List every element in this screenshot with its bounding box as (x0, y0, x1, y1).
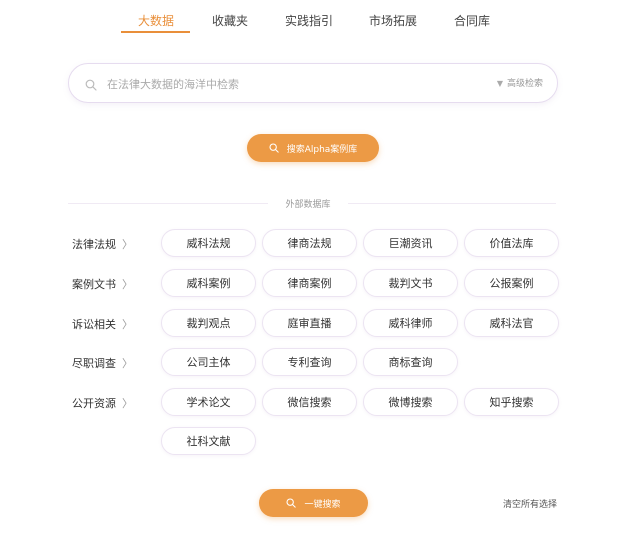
search-input[interactable] (105, 72, 469, 96)
search-icon (269, 143, 279, 153)
category-laws[interactable]: 法律法规〉 (72, 236, 133, 252)
category-label: 案例文书 (72, 278, 116, 291)
chip-zhihu-search[interactable]: 知乎搜索 (464, 388, 559, 416)
category-label: 公开资源 (72, 397, 116, 410)
chip-trial-live[interactable]: 庭审直播 (262, 309, 357, 337)
chip-value-law-library[interactable]: 价值法库 (464, 229, 559, 257)
search-icon (85, 76, 99, 91)
category-due-diligence[interactable]: 尽职调查〉 (72, 355, 133, 371)
advanced-search-label: 高级检索 (506, 79, 543, 89)
chip-lexisnexis-laws[interactable]: 律商法规 (262, 229, 357, 257)
active-tab-underline (121, 31, 190, 33)
category-label: 尽职调查 (72, 357, 116, 370)
divider-left (68, 203, 268, 204)
category-label: 法律法规 (72, 238, 116, 251)
chip-academic-papers[interactable]: 学术论文 (161, 388, 256, 416)
chip-trademark-search[interactable]: 商标查询 (363, 348, 458, 376)
category-public-resources[interactable]: 公开资源〉 (72, 395, 133, 411)
chip-judgment-documents[interactable]: 裁判文书 (363, 269, 458, 297)
chip-social-science-literature[interactable]: 社科文献 (161, 427, 256, 455)
chip-gazette-cases[interactable]: 公报案例 (464, 269, 559, 297)
one-key-search-button[interactable]: 一键搜索 (259, 489, 368, 517)
chip-company-entity[interactable]: 公司主体 (161, 348, 256, 376)
category-cases[interactable]: 案例文书〉 (72, 276, 133, 292)
chip-wolters-kluwer-laws[interactable]: 威科法规 (161, 229, 256, 257)
chip-wolters-kluwer-lawyers[interactable]: 威科律师 (363, 309, 458, 337)
chip-weibo-search[interactable]: 微博搜索 (363, 388, 458, 416)
chevron-right-icon: 〉 (122, 238, 133, 251)
chip-wechat-search[interactable]: 微信搜索 (262, 388, 357, 416)
external-db-heading: 外部数据库 (285, 200, 331, 210)
tab-market-expansion[interactable]: 市场拓展 (369, 12, 417, 29)
clear-all-selections-link[interactable]: 清空所有选择 (503, 497, 557, 510)
category-label: 诉讼相关 (72, 318, 116, 331)
search-alpha-button[interactable]: 搜索Alpha案例库 (247, 134, 379, 162)
chip-judicial-views[interactable]: 裁判观点 (161, 309, 256, 337)
chevron-right-icon: 〉 (122, 278, 133, 291)
top-tab-bar: 大数据 收藏夹 实践指引 市场拓展 合同库 (0, 0, 640, 34)
chevron-right-icon: 〉 (122, 397, 133, 410)
tab-favorites[interactable]: 收藏夹 (212, 12, 248, 29)
advanced-search-button[interactable]: ▼ 高级检索 (497, 76, 543, 89)
chip-wolters-kluwer-cases[interactable]: 威科案例 (161, 269, 256, 297)
tab-big-data[interactable]: 大数据 (138, 12, 174, 29)
one-key-search-label: 一键搜索 (304, 499, 341, 510)
triangle-down-icon: ▼ (496, 79, 503, 88)
chip-cninfo[interactable]: 巨潮资讯 (363, 229, 458, 257)
chip-patent-search[interactable]: 专利查询 (262, 348, 357, 376)
chevron-right-icon: 〉 (122, 318, 133, 331)
divider-right (348, 203, 556, 204)
chip-lexisnexis-cases[interactable]: 律商案例 (262, 269, 357, 297)
tab-contract-library[interactable]: 合同库 (454, 12, 490, 29)
category-litigation[interactable]: 诉讼相关〉 (72, 316, 133, 332)
chevron-right-icon: 〉 (122, 357, 133, 370)
search-box: ▼高级检索 (68, 63, 558, 103)
search-icon (286, 498, 297, 508)
search-alpha-label: 搜索Alpha案例库 (286, 144, 358, 155)
chip-wolters-kluwer-judges[interactable]: 威科法官 (464, 309, 559, 337)
tab-practice-guide[interactable]: 实践指引 (285, 12, 333, 29)
